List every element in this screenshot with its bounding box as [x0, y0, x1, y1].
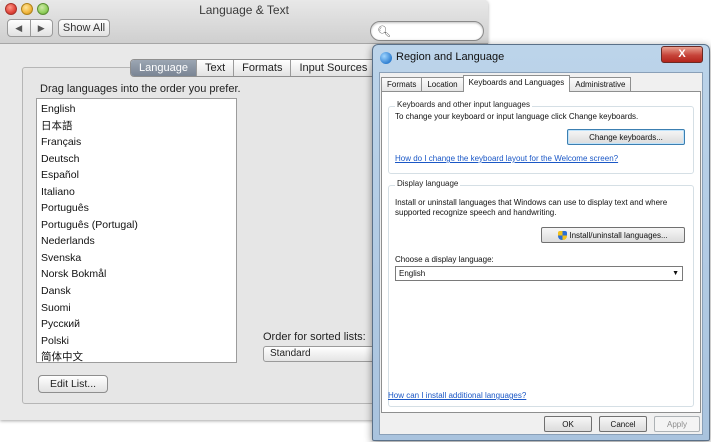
apply-button[interactable]: Apply [654, 416, 700, 432]
install-languages-link[interactable]: How can I install additional languages? [388, 391, 526, 400]
keyboards-group: Keyboards and other input languages To c… [388, 100, 694, 174]
keyboards-tab-panel: Keyboards and other input languages To c… [381, 91, 701, 413]
list-item[interactable]: Русский [37, 316, 236, 333]
tab-keyboards-and-languages[interactable]: Keyboards and Languages [462, 75, 571, 92]
region-language-dialog: Region and Language X Formats Location K… [372, 44, 710, 441]
tab-administrative[interactable]: Administrative [569, 77, 632, 92]
list-item[interactable]: 简体中文 [37, 349, 236, 366]
dialog-title: Region and Language [396, 51, 505, 63]
magnifier-icon: 🔍︎ [377, 26, 391, 38]
choose-display-label: Choose a display language: [395, 255, 494, 264]
list-item[interactable]: Dansk [37, 283, 236, 300]
list-item[interactable]: Svenska [37, 250, 236, 267]
mac-titlebar: Language & Text ◀ ▶ Show All 🔍︎ [0, 0, 488, 44]
display-description: Install or uninstall languages that Wind… [395, 198, 668, 217]
list-item[interactable]: Deutsch [37, 151, 236, 168]
tab-text[interactable]: Text [197, 60, 235, 76]
display-group-label: Display language [395, 179, 461, 188]
list-item[interactable]: Polski [37, 333, 236, 350]
list-item[interactable]: Nederlands [37, 233, 236, 250]
tab-input-sources[interactable]: Input Sources [291, 60, 375, 76]
edit-list-button[interactable]: Edit List... [38, 375, 108, 393]
drag-instruction: Drag languages into the order you prefer… [40, 83, 241, 95]
display-language-value: English [399, 269, 426, 278]
dialog-tabs: Formats Location Keyboards and Languages… [381, 75, 632, 92]
chevron-down-icon: ▼ [672, 270, 679, 277]
list-item[interactable]: Suomi [37, 300, 236, 317]
search-input[interactable]: 🔍︎ [370, 21, 484, 41]
dialog-client-area: Formats Location Keyboards and Languages… [379, 72, 703, 435]
tab-language[interactable]: Language [131, 60, 197, 76]
forward-arrow-icon[interactable]: ▶ [31, 20, 53, 36]
language-list[interactable]: English 日本語 Français Deutsch Español Ita… [36, 98, 237, 363]
list-item[interactable]: Norsk Bokmål [37, 266, 236, 283]
install-uninstall-button[interactable]: Install/uninstall languages... [541, 227, 685, 243]
tab-location[interactable]: Location [421, 77, 464, 92]
list-item[interactable]: Français [37, 134, 236, 151]
list-item[interactable]: Português [37, 200, 236, 217]
change-keyboards-button[interactable]: Change keyboards... [567, 129, 685, 145]
list-item[interactable]: Português (Portugal) [37, 217, 236, 234]
list-item[interactable]: Español [37, 167, 236, 184]
back-forward-control: ◀ ▶ [7, 19, 53, 37]
keyboards-group-label: Keyboards and other input languages [395, 100, 532, 109]
preference-tabs: Language Text Formats Input Sources [130, 59, 377, 77]
keyboards-description: To change your keyboard or input languag… [395, 112, 639, 121]
list-item[interactable]: English [37, 101, 236, 118]
list-item[interactable]: 日本語 [37, 118, 236, 135]
tab-formats[interactable]: Formats [234, 60, 292, 76]
close-button[interactable]: X [661, 46, 703, 63]
display-language-select[interactable]: English ▼ [395, 266, 683, 281]
window-title: Language & Text [199, 3, 289, 17]
uac-shield-icon [558, 230, 568, 240]
globe-icon [380, 52, 392, 64]
ok-button[interactable]: OK [544, 416, 592, 432]
display-language-group: Display language Install or uninstall la… [388, 179, 694, 407]
list-item[interactable]: Italiano [37, 184, 236, 201]
cancel-button[interactable]: Cancel [599, 416, 647, 432]
tab-formats[interactable]: Formats [381, 77, 423, 92]
sort-order-label: Order for sorted lists: [263, 331, 366, 343]
back-arrow-icon[interactable]: ◀ [8, 20, 31, 36]
dialog-titlebar: Region and Language X [373, 45, 709, 71]
install-uninstall-label: Install/uninstall languages... [569, 230, 668, 240]
show-all-button[interactable]: Show All [58, 19, 110, 37]
welcome-keyboard-link[interactable]: How do I change the keyboard layout for … [395, 154, 618, 163]
sort-order-select[interactable]: Standard [263, 346, 375, 362]
